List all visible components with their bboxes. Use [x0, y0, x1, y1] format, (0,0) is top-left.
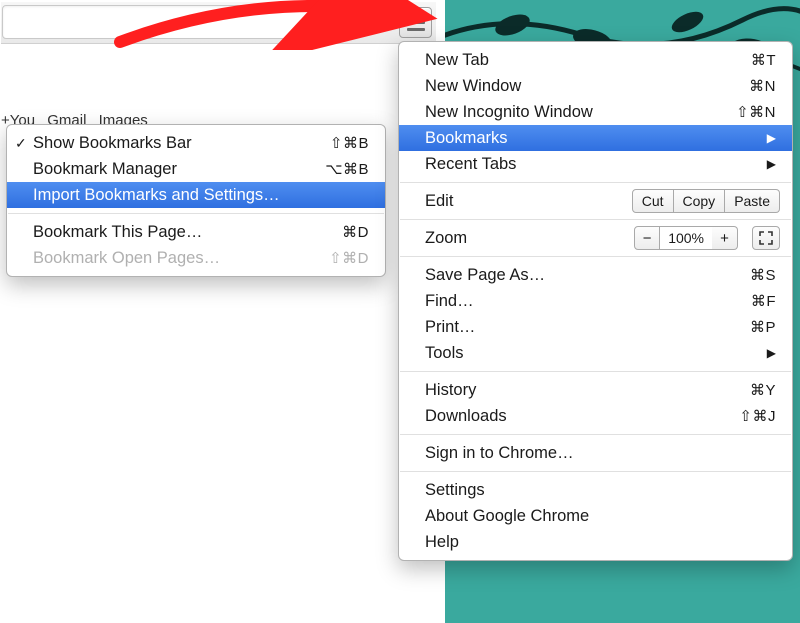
cut-button[interactable]: Cut	[632, 189, 674, 213]
submenu-arrow-icon: ▶	[767, 157, 776, 171]
menu-separator	[400, 471, 791, 472]
zoom-in-button[interactable]: +	[712, 226, 738, 250]
zoom-percent: 100%	[660, 226, 712, 250]
menu-item-bookmark-manager[interactable]: Bookmark Manager ⌥⌘B	[7, 156, 385, 182]
submenu-arrow-icon: ▶	[767, 346, 776, 360]
menu-item-sign-in-to-chrome[interactable]: Sign in to Chrome…	[399, 440, 792, 466]
menu-item-settings[interactable]: Settings	[399, 477, 792, 503]
menu-separator	[400, 434, 791, 435]
menu-item-bookmark-open-pages: Bookmark Open Pages… ⇧⌘D	[7, 245, 385, 271]
copy-button[interactable]: Copy	[674, 189, 726, 213]
zoom-out-button[interactable]: −	[634, 226, 660, 250]
menu-separator	[400, 219, 791, 220]
menu-separator	[400, 182, 791, 183]
menu-item-bookmarks[interactable]: Bookmarks ▶	[399, 125, 792, 151]
menu-item-recent-tabs[interactable]: Recent Tabs ▶	[399, 151, 792, 177]
fullscreen-button[interactable]	[752, 226, 780, 250]
menu-item-print[interactable]: Print… ⌘P	[399, 314, 792, 340]
browser-toolbar: ☆	[1, 2, 436, 44]
menu-item-save-page-as[interactable]: Save Page As… ⌘S	[399, 262, 792, 288]
bookmarks-submenu: ✓ Show Bookmarks Bar ⇧⌘B Bookmark Manage…	[6, 124, 386, 277]
submenu-arrow-icon: ▶	[767, 131, 776, 145]
menu-item-history[interactable]: History ⌘Y	[399, 377, 792, 403]
menu-item-find[interactable]: Find… ⌘F	[399, 288, 792, 314]
menu-item-show-bookmarks-bar[interactable]: ✓ Show Bookmarks Bar ⇧⌘B	[7, 130, 385, 156]
menu-separator	[400, 256, 791, 257]
star-icon[interactable]: ☆	[327, 12, 349, 34]
check-icon: ✓	[15, 135, 27, 152]
chrome-main-menu: New Tab ⌘T New Window ⌘N New Incognito W…	[398, 41, 793, 561]
menu-item-edit: Edit Cut Copy Paste	[399, 188, 792, 214]
menu-item-downloads[interactable]: Downloads ⇧⌘J	[399, 403, 792, 429]
menu-separator	[400, 371, 791, 372]
menu-item-about-chrome[interactable]: About Google Chrome	[399, 503, 792, 529]
menu-separator	[8, 213, 384, 214]
omnibox[interactable]: ☆	[2, 5, 358, 39]
menu-item-tools[interactable]: Tools ▶	[399, 340, 792, 366]
chrome-menu-button[interactable]	[399, 7, 432, 38]
menu-item-new-tab[interactable]: New Tab ⌘T	[399, 47, 792, 73]
menu-item-new-incognito[interactable]: New Incognito Window ⇧⌘N	[399, 99, 792, 125]
menu-item-zoom: Zoom − 100% +	[399, 225, 792, 251]
menu-item-new-window[interactable]: New Window ⌘N	[399, 73, 792, 99]
paste-button[interactable]: Paste	[725, 189, 780, 213]
menu-item-help[interactable]: Help	[399, 529, 792, 555]
menu-item-bookmark-this-page[interactable]: Bookmark This Page… ⌘D	[7, 219, 385, 245]
menu-item-import-bookmarks[interactable]: Import Bookmarks and Settings…	[7, 182, 385, 208]
